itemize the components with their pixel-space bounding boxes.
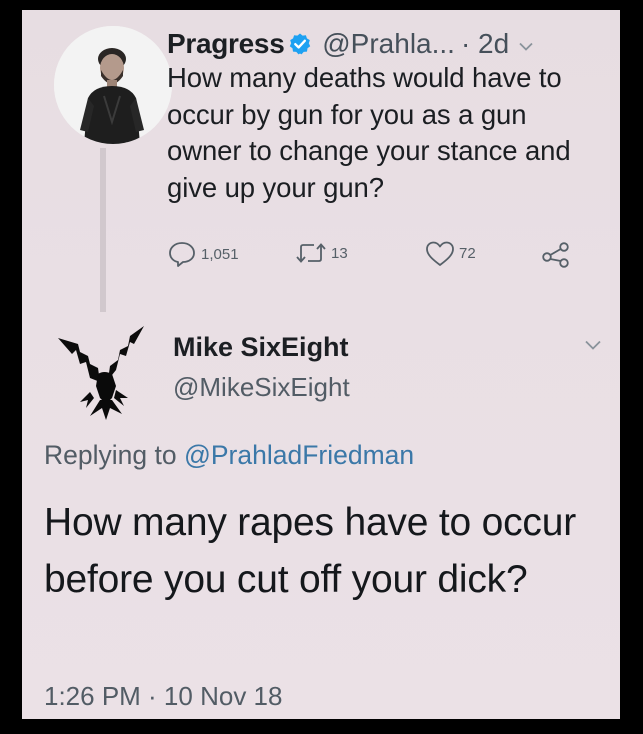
thread-connector-line	[100, 148, 106, 312]
reply-timestamp[interactable]: 1:26 PM · 10 Nov 18	[44, 681, 282, 712]
verified-badge-icon	[288, 30, 312, 55]
tweet-actions: 1,051 13 72	[167, 240, 597, 270]
heart-icon	[426, 241, 454, 266]
tweet-age[interactable]: · 2d	[461, 28, 509, 59]
author-name[interactable]: Pragress	[167, 28, 285, 59]
reply-action[interactable]: 1,051	[167, 240, 239, 268]
retweet-count: 13	[331, 244, 348, 262]
retweet-action[interactable]: 13	[295, 240, 348, 266]
share-action[interactable]	[541, 240, 571, 268]
retweet-icon	[296, 243, 326, 263]
author-avatar[interactable]	[54, 26, 172, 144]
reply-icon	[169, 242, 195, 267]
reply-author-name[interactable]: Mike SixEight	[173, 332, 349, 363]
share-icon	[542, 242, 569, 268]
reply-author-handle[interactable]: @MikeSixEight	[173, 372, 350, 403]
replying-to-label: Replying to	[44, 440, 184, 470]
like-count: 72	[459, 245, 476, 262]
reply-tweet-text: How many rapes have to occur before you …	[44, 501, 576, 601]
reply-author-avatar[interactable]	[50, 324, 168, 424]
screenshot-frame: Pragress @Prahla... · 2d How many deaths …	[22, 10, 620, 719]
tweet-header: Pragress @Prahla... · 2d	[167, 25, 533, 61]
black-bird-icon	[58, 326, 144, 420]
replying-to-line: Replying to @PrahladFriedman	[44, 440, 414, 471]
chevron-down-icon[interactable]	[519, 25, 533, 59]
chevron-down-icon[interactable]	[585, 337, 601, 355]
author-handle[interactable]: @Prahla...	[322, 28, 455, 59]
like-action[interactable]: 72	[425, 240, 476, 267]
reply-count: 1,051	[201, 245, 239, 263]
replying-to-mention-link[interactable]: @PrahladFriedman	[184, 440, 414, 470]
tweet-text: How many deaths would have to occur by g…	[167, 62, 571, 203]
person-photo-icon	[54, 26, 172, 144]
